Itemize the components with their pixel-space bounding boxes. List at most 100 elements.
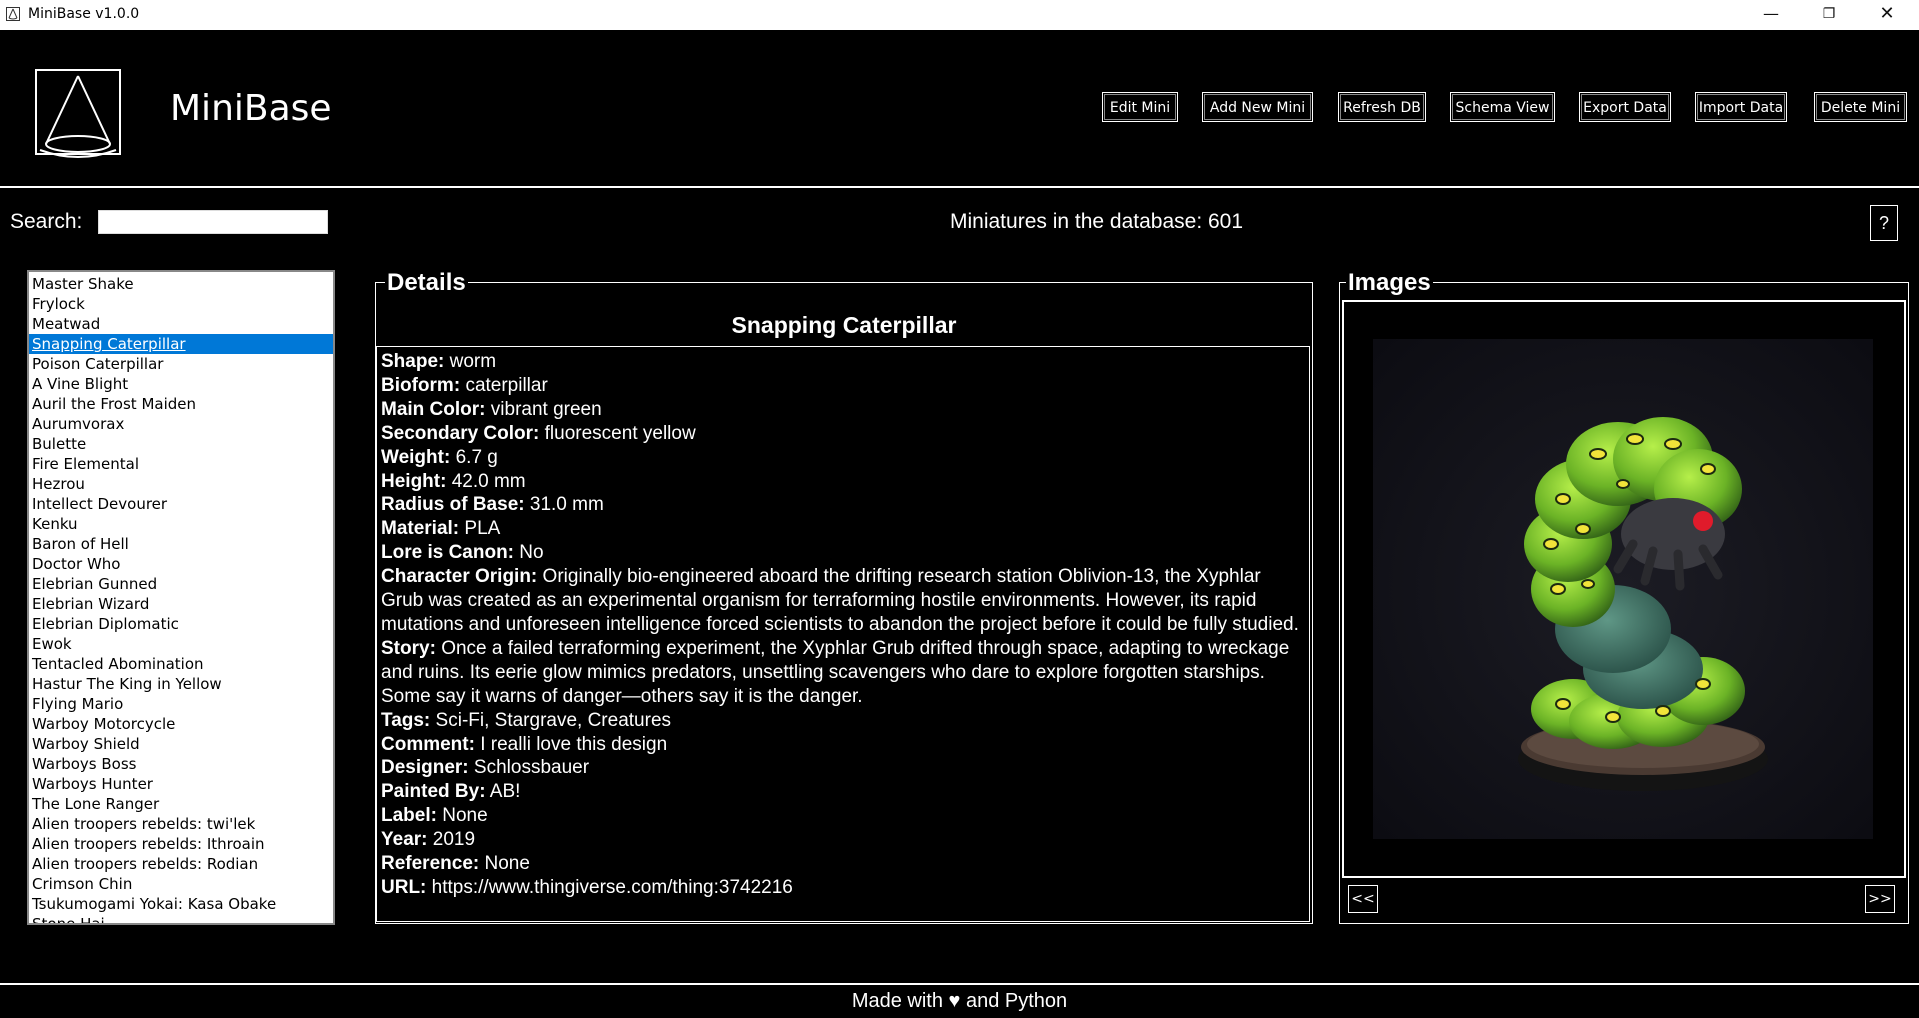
- detail-field-value: Sci-Fi, Stargrave, Creatures: [435, 709, 672, 731]
- schema-view-button[interactable]: Schema View: [1450, 92, 1555, 122]
- detail-field: Character Origin: Originally bio-enginee…: [381, 565, 1301, 637]
- app-name: MiniBase: [170, 88, 332, 129]
- detail-field-label: URL:: [381, 876, 427, 898]
- detail-field-label: Radius of Base:: [381, 494, 525, 516]
- detail-field: Story: Once a failed terraforming experi…: [381, 637, 1301, 709]
- detail-field: Designer: Schlossbauer: [381, 756, 1301, 780]
- list-item[interactable]: Hezrou: [29, 474, 333, 494]
- list-item[interactable]: Frylock: [29, 294, 333, 314]
- list-item[interactable]: Baron of Hell: [29, 534, 333, 554]
- list-item[interactable]: Elebrian Wizard: [29, 594, 333, 614]
- detail-field-label: Main Color:: [381, 398, 486, 420]
- list-item[interactable]: Master Shake: [29, 274, 333, 294]
- list-item[interactable]: Ewok: [29, 634, 333, 654]
- header-divider: [0, 186, 1919, 188]
- detail-field-value: fluorescent yellow: [544, 422, 696, 444]
- list-item[interactable]: Stone Hai: [29, 914, 333, 923]
- list-item[interactable]: The Lone Ranger: [29, 794, 333, 814]
- detail-field-label: Label:: [381, 805, 437, 827]
- mini-name-heading: Snapping Caterpillar: [731, 312, 957, 338]
- detail-field-value: vibrant green: [490, 398, 602, 420]
- list-item[interactable]: Flying Mario: [29, 694, 333, 714]
- search-input[interactable]: [98, 210, 328, 234]
- list-item[interactable]: Kenku: [29, 514, 333, 534]
- detail-field-value: worm: [449, 351, 497, 372]
- list-item[interactable]: Alien troopers rebelds: twi'lek: [29, 814, 333, 834]
- list-item[interactable]: Warboy Motorcycle: [29, 714, 333, 734]
- list-item[interactable]: Tentacled Abomination: [29, 654, 333, 674]
- list-item[interactable]: Warboy Shield: [29, 734, 333, 754]
- maximize-button[interactable]: ❐: [1800, 0, 1858, 30]
- detail-field-label: Material:: [381, 518, 460, 540]
- list-item[interactable]: Fire Elemental: [29, 454, 333, 474]
- detail-field: Secondary Color: fluorescent yellow: [381, 422, 1301, 446]
- list-item[interactable]: Warboys Boss: [29, 754, 333, 774]
- add-new-mini-button[interactable]: Add New Mini: [1202, 92, 1313, 122]
- list-item[interactable]: Crimson Chin: [29, 874, 333, 894]
- list-item[interactable]: Elebrian Diplomatic: [29, 614, 333, 634]
- detail-field-label: Weight:: [381, 446, 451, 468]
- window-title: MiniBase v1.0.0: [28, 6, 140, 22]
- import-data-button[interactable]: Import Data: [1695, 92, 1787, 122]
- next-image-button[interactable]: >>: [1865, 885, 1895, 913]
- list-item[interactable]: Tsukumogami Yokai: Kasa Obake: [29, 894, 333, 914]
- close-button[interactable]: ✕: [1858, 0, 1916, 30]
- detail-field-value: AB!: [489, 781, 521, 803]
- detail-field-value: None: [484, 853, 530, 875]
- logo-icon: [35, 69, 121, 158]
- detail-field-value: None: [442, 805, 488, 827]
- list-item[interactable]: Warboys Hunter: [29, 774, 333, 794]
- detail-field: Reference: None: [381, 852, 1301, 876]
- detail-field-value: No: [519, 542, 544, 564]
- delete-mini-button[interactable]: Delete Mini: [1814, 92, 1907, 122]
- detail-field: Weight: 6.7 g: [381, 446, 1301, 470]
- detail-field: Tags: Sci-Fi, Stargrave, Creatures: [381, 709, 1301, 733]
- detail-field: Shape: worm: [381, 350, 1301, 374]
- refresh-db-button[interactable]: Refresh DB: [1338, 92, 1426, 122]
- detail-field: URL: https://www.thingiverse.com/thing:3…: [381, 876, 1301, 900]
- help-button[interactable]: ?: [1870, 205, 1898, 241]
- list-item[interactable]: Auril the Frost Maiden: [29, 394, 333, 414]
- detail-field-value: Schlossbauer: [473, 757, 590, 779]
- detail-field: Radius of Base: 31.0 mm: [381, 493, 1301, 517]
- list-item[interactable]: Poison Caterpillar: [29, 354, 333, 374]
- previous-image-button[interactable]: <<: [1348, 885, 1378, 913]
- list-item[interactable]: Intellect Devourer: [29, 494, 333, 514]
- detail-field-value: 2019: [432, 829, 476, 851]
- list-item[interactable]: Doctor Who: [29, 554, 333, 574]
- footer-divider: [0, 983, 1919, 985]
- detail-field-value: https://www.thingiverse.com/thing:374221…: [431, 876, 793, 898]
- list-item[interactable]: Alien troopers rebelds: Rodian: [29, 854, 333, 874]
- detail-field-label: Character Origin:: [381, 566, 538, 588]
- detail-field: Height: 42.0 mm: [381, 470, 1301, 494]
- detail-field: Comment: I realli love this design: [381, 733, 1301, 757]
- list-item[interactable]: Elebrian Gunned: [29, 574, 333, 594]
- detail-field-label: Shape:: [381, 351, 445, 372]
- detail-field-value: I realli love this design: [480, 733, 668, 755]
- list-item[interactable]: Snapping Caterpillar: [29, 334, 333, 354]
- detail-field: Main Color: vibrant green: [381, 398, 1301, 422]
- export-data-button[interactable]: Export Data: [1579, 92, 1671, 122]
- list-item[interactable]: Aurumvorax: [29, 414, 333, 434]
- list-item[interactable]: Hastur The King in Yellow: [29, 674, 333, 694]
- detail-field-value: 31.0 mm: [529, 494, 604, 516]
- detail-field-label: Tags:: [381, 709, 431, 731]
- list-item[interactable]: Meatwad: [29, 314, 333, 334]
- list-item[interactable]: Alien troopers rebelds: Ithroain: [29, 834, 333, 854]
- images-frame-title: Images: [1346, 269, 1433, 297]
- minimize-button[interactable]: —: [1742, 0, 1800, 30]
- list-item[interactable]: Bulette: [29, 434, 333, 454]
- details-frame-title: Details: [385, 269, 468, 297]
- edit-mini-button[interactable]: Edit Mini: [1102, 92, 1178, 122]
- detail-field-label: Height:: [381, 470, 447, 492]
- detail-field-label: Painted By:: [381, 781, 486, 803]
- details-text: Shape: worm Bioform: caterpillar Main Colo…: [381, 350, 1301, 900]
- miniature-list[interactable]: Master Shake Frylock Meatwad Snapping Cater…: [27, 270, 335, 925]
- detail-field: Year: 2019: [381, 828, 1301, 852]
- list-item[interactable]: A Vine Blight: [29, 374, 333, 394]
- detail-field: Painted By: AB!: [381, 780, 1301, 804]
- detail-field-value: Once a failed terraforming experiment, t…: [381, 637, 1290, 707]
- detail-field-value: PLA: [464, 518, 501, 540]
- search-label: Search:: [10, 210, 83, 233]
- footer-text: Made with ♥ and Python: [851, 990, 1068, 1012]
